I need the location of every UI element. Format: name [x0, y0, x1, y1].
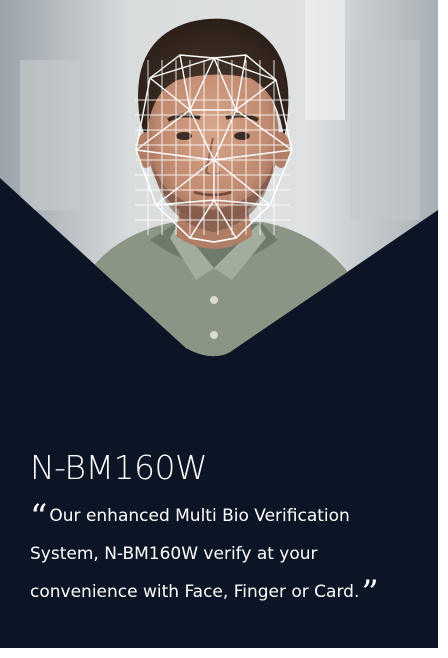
close-quote: ” [361, 573, 379, 613]
tagline-line-3: convenience with Face, Finger or Card. [30, 582, 360, 602]
tagline-line-1: Our enhanced Multi Bio Verification [49, 506, 350, 526]
tagline-line-2: System, N-BM160W verify at your [30, 544, 318, 564]
model-title: N-BM160W [30, 448, 208, 487]
face-recognition-image [0, 0, 438, 357]
face-recognition-photo [0, 0, 438, 365]
product-tagline: “Our enhanced Multi Bio Verification Syst… [30, 497, 430, 611]
open-quote: “ [30, 497, 48, 537]
product-card: N-BM160W “Our enhanced Multi Bio Verific… [0, 0, 438, 648]
